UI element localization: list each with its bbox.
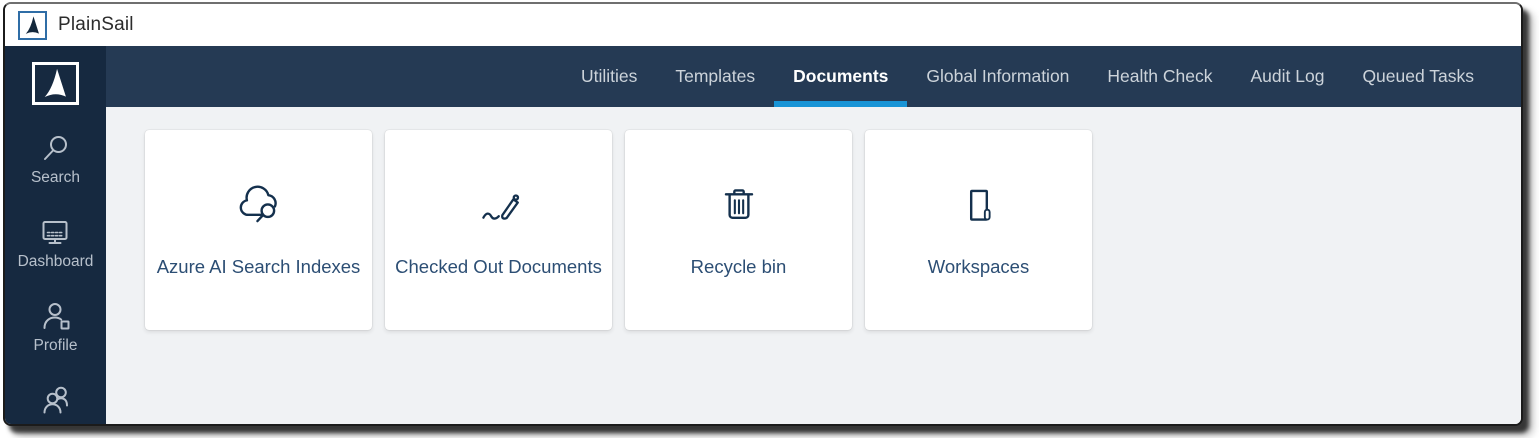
titlebar: PlainSail [5, 4, 1521, 46]
app-title: PlainSail [58, 14, 134, 35]
sail-glyph [44, 68, 66, 97]
search-icon [43, 136, 67, 160]
plainsail-logo-icon [18, 10, 47, 40]
sidebar-item-label: Dashboard [17, 253, 94, 270]
tab-queued-tasks[interactable]: Queued Tasks [1343, 46, 1493, 107]
cloud-search-icon [234, 180, 284, 232]
sidebar-item-search[interactable]: Search [31, 132, 80, 187]
app-window: PlainSail Search Dashboard Profile Utili… [3, 2, 1523, 426]
dashboard-icon [42, 221, 68, 244]
sidebar-item-dashboard[interactable]: Dashboard [17, 216, 94, 271]
trash-icon [714, 180, 764, 232]
sail-glyph [25, 15, 39, 34]
profile-icon [43, 303, 69, 330]
card-label: Checked Out Documents [395, 256, 602, 277]
sidebar-item-users[interactable] [40, 384, 72, 421]
workspace-icon [954, 180, 1004, 232]
card-label: Azure AI Search Indexes [156, 256, 361, 277]
tab-audit-log[interactable]: Audit Log [1231, 46, 1343, 107]
card-workspaces[interactable]: Workspaces [865, 130, 1092, 330]
sidebar-item-label: Profile [33, 337, 78, 354]
main-area: Utilities Templates Documents Global Inf… [106, 46, 1521, 424]
sidebar-logo-icon[interactable] [32, 62, 79, 105]
pen-signature-icon [474, 180, 524, 232]
tab-global-information[interactable]: Global Information [907, 46, 1088, 107]
tab-health-check[interactable]: Health Check [1088, 46, 1231, 107]
card-checked-out-documents[interactable]: Checked Out Documents [385, 130, 612, 330]
sidebar-item-profile[interactable]: Profile [33, 300, 78, 355]
tab-templates[interactable]: Templates [656, 46, 774, 107]
card-label: Workspaces [927, 256, 1030, 277]
tab-utilities[interactable]: Utilities [562, 46, 656, 107]
content-area: Azure AI Search Indexes Checked Out Docu… [106, 107, 1521, 424]
tab-documents[interactable]: Documents [774, 46, 908, 107]
sidebar-item-label: Search [30, 169, 81, 186]
app-body: Search Dashboard Profile Utilities Templ… [5, 46, 1521, 424]
card-recycle-bin[interactable]: Recycle bin [625, 130, 852, 330]
sidebar: Search Dashboard Profile [5, 46, 106, 424]
users-icon [43, 386, 68, 414]
card-label: Recycle bin [690, 256, 787, 277]
card-azure-ai-search-indexes[interactable]: Azure AI Search Indexes [145, 130, 372, 330]
top-navbar: Utilities Templates Documents Global Inf… [106, 46, 1521, 107]
